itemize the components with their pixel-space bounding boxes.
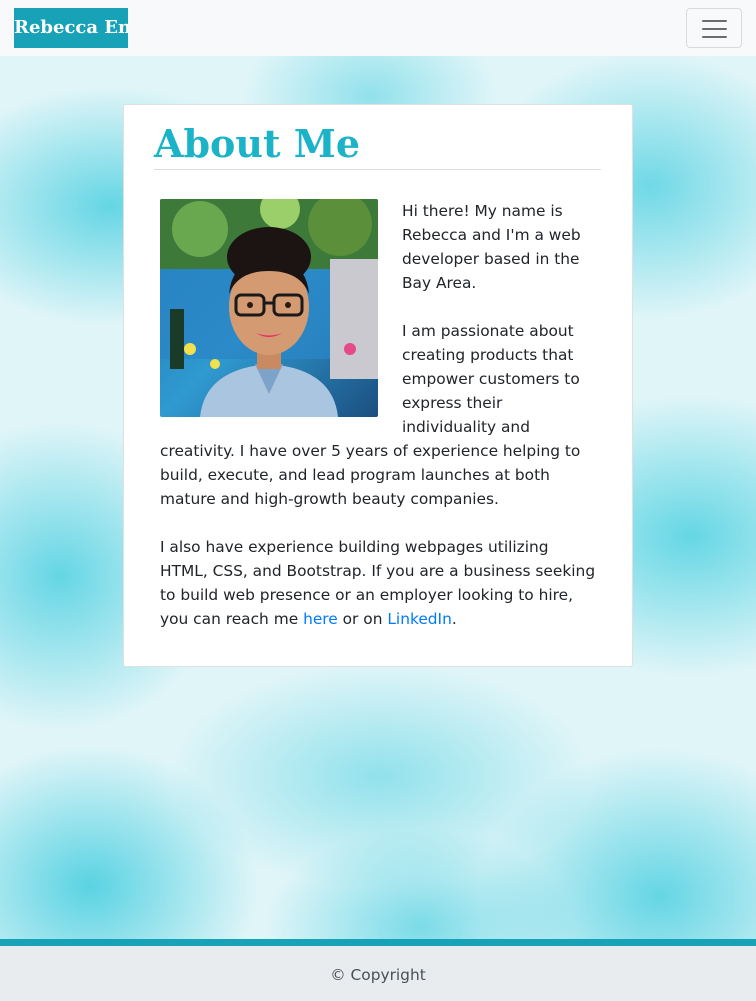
brand-link[interactable]: Rebecca Eng [14,8,128,48]
footer: © Copyright [0,946,756,1001]
profile-photo [160,199,378,417]
footer-stripe [0,939,756,946]
title-divider [154,169,601,170]
contact-connector: or on [337,610,388,628]
navbar: Rebecca Eng [0,0,756,56]
linkedin-link[interactable]: LinkedIn [387,610,452,628]
contact-paragraph: I also have experience building webpages… [160,535,596,631]
page-title: About Me [154,121,361,166]
here-link[interactable]: here [303,610,338,628]
about-content: Hi there! My name is Rebecca and I'm a w… [160,199,596,631]
contact-period: . [451,610,457,628]
about-card: About Me Hi there! My name is Rebecca an… [123,104,633,667]
copyright-text: © Copyright [330,966,426,984]
navbar-toggler-button[interactable] [686,8,742,48]
